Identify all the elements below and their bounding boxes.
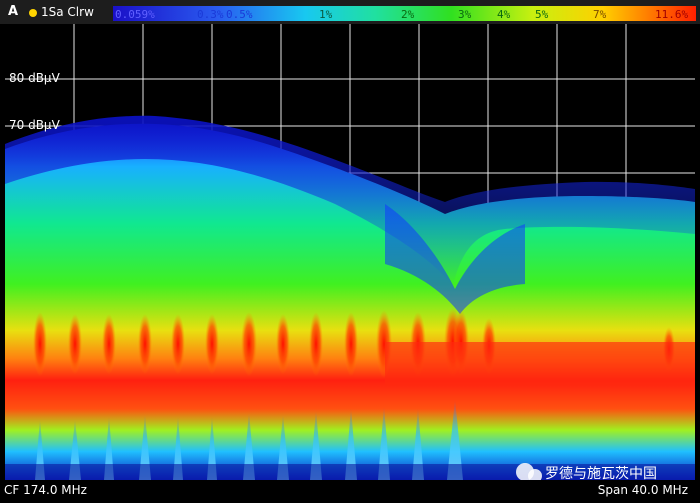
trace-letter[interactable]: A xyxy=(8,4,18,19)
trace-indicator-dot xyxy=(29,9,37,17)
watermark-text: 罗德与施瓦茨中国 xyxy=(545,466,657,480)
y-label-80: 80 dBµV xyxy=(9,71,61,85)
color-scale-tick: 0.059% xyxy=(115,8,155,21)
y-label-70: 70 dBµV xyxy=(9,118,61,132)
color-scale-tick: 0.5% xyxy=(226,8,253,21)
trace-mode-label[interactable]: 1Sa Clrw xyxy=(41,5,94,19)
status-footer: CF 174.0 MHz Span 40.0 MHz xyxy=(0,480,700,503)
persistence-color-scale: 0.059% 0.3% 0.5% 1% 2% 3% 4% 5% 7% 11.6% xyxy=(113,6,696,21)
span-label[interactable]: Span 40.0 MHz xyxy=(598,483,688,497)
trace-header-bar: A 1Sa Clrw 0.059% 0.3% 0.5% 1% 2% 3% 4% 5% 7% 11.… xyxy=(0,0,700,24)
color-scale-tick: 5% xyxy=(535,8,549,21)
color-scale-tick: 0.3% xyxy=(197,8,224,21)
color-scale-tick: 7% xyxy=(593,8,607,21)
color-scale-tick: 4% xyxy=(497,8,511,21)
color-scale-tick: 11.6% xyxy=(655,8,688,21)
carrier-band xyxy=(385,342,695,386)
color-scale-tick: 2% xyxy=(401,8,415,21)
color-scale-tick: 1% xyxy=(319,8,333,21)
center-frequency-label[interactable]: CF 174.0 MHz xyxy=(4,483,87,497)
color-scale-tick: 3% xyxy=(458,8,472,21)
spectrum-persistence-display[interactable]: 80 dBµV 70 dBµV 罗德与施瓦茨中国 xyxy=(5,24,695,480)
